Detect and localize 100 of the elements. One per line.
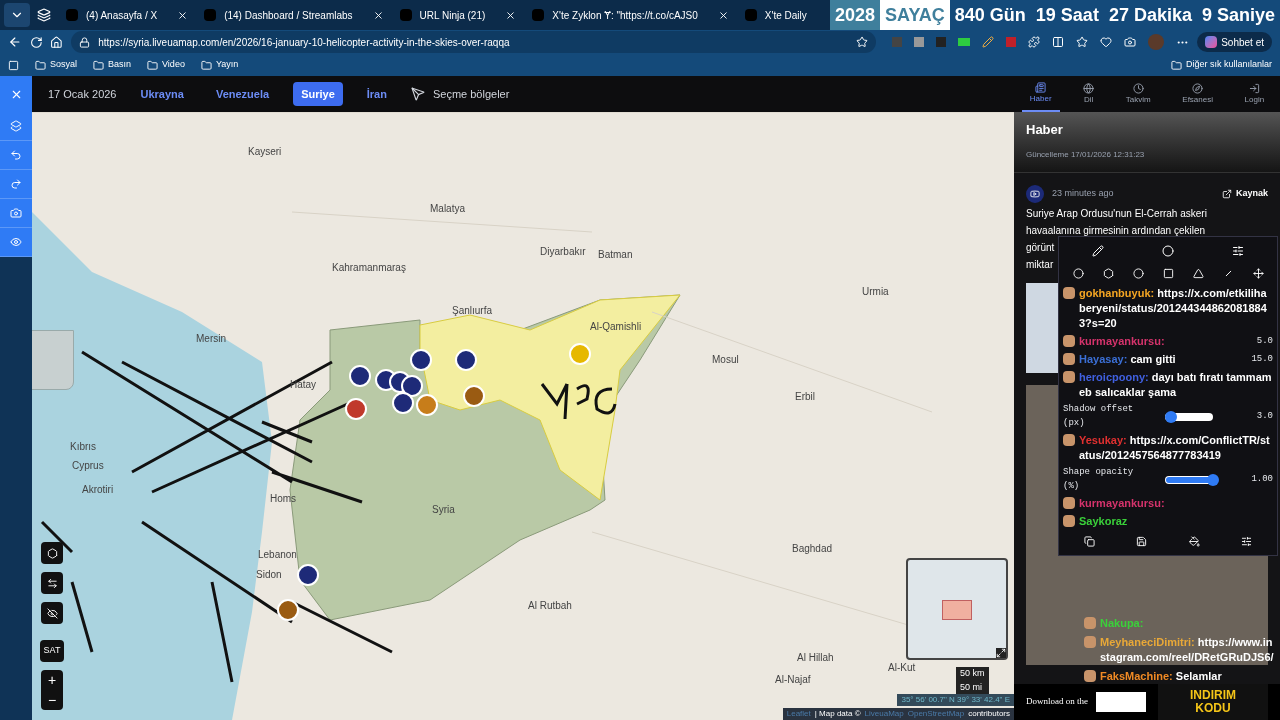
screenshot-icon[interactable] <box>1124 36 1137 48</box>
favorites-icon[interactable] <box>1076 36 1089 48</box>
site-icon <box>532 9 545 21</box>
nav-tab[interactable]: Takvim <box>1117 76 1159 112</box>
slider-value: 1.00 <box>1251 472 1273 486</box>
scale-bar: 50 km <box>956 667 989 681</box>
map-marker-icon[interactable] <box>277 599 299 621</box>
chat-button[interactable]: Sohbet et <box>1197 32 1272 52</box>
bookmark-folder[interactable]: Diğer sık kullanılanlar <box>1185 58 1272 72</box>
hide-button[interactable] <box>41 602 63 624</box>
news-text: havaalanına girmesinin ardından çekilen <box>1026 223 1205 237</box>
site-icon <box>744 9 757 21</box>
tab-title: X'te Zyklon Ɏ: "https://t.co/cAJS0 <box>552 8 698 23</box>
emote-icon <box>1063 434 1075 446</box>
expand-icon[interactable] <box>996 648 1006 658</box>
close-icon[interactable] <box>177 9 189 21</box>
source-link[interactable]: Kaynak <box>1221 186 1268 201</box>
countdown-segment: 9 Saniye <box>1196 0 1280 30</box>
emote-icon <box>1063 497 1075 509</box>
region-tab[interactable]: İran <box>358 81 395 107</box>
minimap[interactable] <box>906 558 1008 660</box>
map-drawing[interactable] <box>32 112 1014 720</box>
folder-icon[interactable] <box>200 59 212 71</box>
circle-icon[interactable] <box>1132 268 1144 279</box>
browser-tab[interactable]: X'te Daily <box>736 3 815 27</box>
extension-icon[interactable] <box>914 37 925 47</box>
collections-icon[interactable] <box>8 59 19 71</box>
settings-icon[interactable] <box>1232 245 1244 257</box>
news-text: Suriye Arap Ordusu'nun El-Cerrah askeri <box>1026 206 1207 220</box>
swap-button[interactable] <box>41 572 63 594</box>
back-icon[interactable] <box>8 35 22 49</box>
region-tab[interactable]: Ukrayna <box>132 81 192 107</box>
heart-icon[interactable] <box>1100 36 1113 48</box>
attribution-text: contributors <box>968 708 1010 720</box>
region-tab[interactable]: Venezuela <box>207 81 278 107</box>
paint-bucket-icon[interactable] <box>1188 536 1200 547</box>
tab-menu-button[interactable] <box>4 3 30 27</box>
place-label: Baghdad <box>792 542 833 556</box>
address-field[interactable]: https://syria.liveuamap.com/en/2026/16-january-10-helicopter-activity-in-the-skies-over-raqqa <box>71 31 877 53</box>
circle-icon[interactable] <box>1162 245 1174 257</box>
slider-thumb[interactable] <box>1164 410 1177 423</box>
zoom-out-button[interactable]: − <box>41 690 63 710</box>
bookmark-folder[interactable]: Video <box>162 58 185 72</box>
place-label: Malatya <box>430 202 465 216</box>
copy-icon[interactable] <box>1083 536 1095 547</box>
folder-icon[interactable] <box>147 59 159 71</box>
map-marker-icon[interactable] <box>297 564 319 586</box>
tool-icon <box>10 236 22 248</box>
browser-tab[interactable]: URL Ninja (21) <box>391 3 525 27</box>
browser-tab[interactable]: (14) Dashboard / Streamlabs <box>196 3 392 27</box>
satellite-button[interactable]: SAT <box>40 640 64 662</box>
select-regions-button[interactable]: Seçme bölgeler <box>410 85 510 103</box>
site-icon <box>204 9 217 21</box>
lock-icon <box>79 36 91 48</box>
settings-icon[interactable] <box>1241 536 1253 547</box>
hexagon-icon[interactable] <box>1102 268 1114 279</box>
close-icon[interactable] <box>372 9 384 21</box>
nav-tab[interactable]: Efsanesi <box>1174 76 1221 112</box>
place-label: Cyprus <box>72 459 104 473</box>
bookmark-folder[interactable]: Sosyal <box>50 58 77 72</box>
move-icon[interactable] <box>1252 268 1264 279</box>
zoom-in-button[interactable]: + <box>41 670 63 690</box>
place-label: Al Rutbah <box>528 599 572 613</box>
triangle-icon[interactable] <box>1192 268 1204 279</box>
slider-thumb[interactable] <box>1207 473 1219 486</box>
layers-button[interactable] <box>41 542 63 564</box>
ad-banner[interactable]: INDIRIM KODU <box>1158 684 1268 720</box>
extensions-icon[interactable] <box>1028 36 1041 48</box>
tool-button[interactable] <box>0 228 32 257</box>
send-icon <box>410 87 425 101</box>
browser-tab[interactable]: (4) Anasayfa / X <box>58 3 197 27</box>
split-screen-icon[interactable] <box>1052 36 1065 48</box>
close-icon[interactable] <box>717 9 729 21</box>
folder-icon[interactable] <box>93 59 104 71</box>
chat-message: FaksMachine: Selamlar <box>1100 669 1222 684</box>
nav-tab[interactable]: Login <box>1236 76 1273 112</box>
save-icon[interactable] <box>1136 536 1148 547</box>
place-label: Kıbrıs <box>70 440 97 454</box>
square-icon[interactable] <box>1162 268 1174 279</box>
extension-icon[interactable] <box>958 38 971 46</box>
countdown-segment: 27 Dakika <box>1103 0 1197 30</box>
folder-icon[interactable] <box>35 59 46 71</box>
favorite-icon[interactable] <box>856 36 869 48</box>
nav-tab[interactable]: Dil <box>1075 76 1103 112</box>
bookmark-folder[interactable]: Yayın <box>215 58 239 72</box>
region-tab[interactable]: Suriye <box>293 81 343 107</box>
tool-icon <box>10 149 22 161</box>
reload-icon[interactable] <box>29 35 43 49</box>
bookmark-folder[interactable]: Basın <box>108 58 132 72</box>
home-icon[interactable] <box>50 35 64 49</box>
chat-message: Yesukay: https://x.com/ConflictTR/status/2012457564877783419 <box>1079 433 1271 463</box>
close-icon[interactable] <box>505 9 517 21</box>
emote-icon <box>1063 353 1075 365</box>
tool-button[interactable] <box>0 112 32 141</box>
tab-title: URL Ninja (21) <box>419 8 486 23</box>
browser-tab[interactable]: X'te Zyklon Ɏ: "https://t.co/cAJS0 <box>524 3 737 27</box>
folder-icon[interactable] <box>1170 59 1182 71</box>
eye-off-icon <box>46 607 58 619</box>
circle-icon[interactable] <box>1072 268 1084 279</box>
nav-icon <box>1083 82 1095 94</box>
